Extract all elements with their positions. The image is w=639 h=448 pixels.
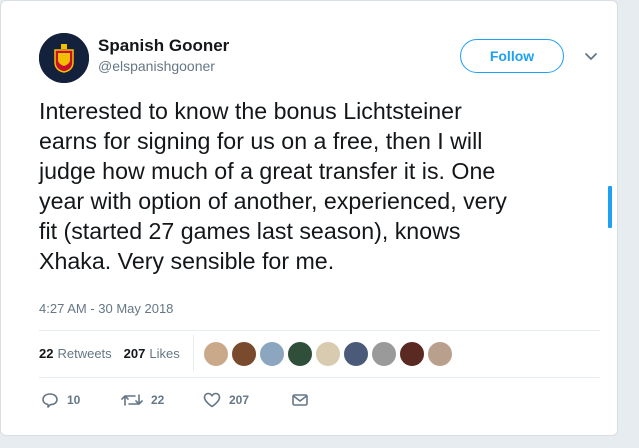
reply-icon: [42, 393, 58, 408]
tweet-text-line: Interested to know the bonus Lichtsteine…: [39, 98, 462, 124]
author-handle[interactable]: @elspanishgooner: [98, 58, 215, 74]
engagement-stats: 22 Retweets 207 Likes: [39, 346, 192, 361]
scrollbar-thumb[interactable]: [608, 186, 612, 228]
retweets-label: Retweets: [57, 346, 112, 361]
tweet-text-line: earns for signing for us on a free, then…: [39, 128, 483, 154]
tweet-text-line: fit (started 27 games last season), know…: [39, 218, 461, 244]
tweet-text-line: year with option of another, experienced…: [39, 188, 507, 214]
likes-count: 207: [123, 346, 146, 361]
liker-avatar[interactable]: [231, 341, 257, 367]
liker-avatar[interactable]: [315, 341, 341, 367]
retweets-stat[interactable]: 22 Retweets: [39, 346, 112, 361]
likes-stat[interactable]: 207 Likes: [124, 346, 180, 361]
liker-avatars: [203, 341, 455, 367]
like-count: 207: [229, 393, 250, 407]
avatar[interactable]: [39, 33, 89, 83]
retweets-count: 22: [39, 346, 54, 361]
tweet-text-line: judge how much of a great transfer it is…: [39, 158, 496, 184]
follow-button[interactable]: Follow: [460, 39, 564, 73]
tweet-timestamp[interactable]: 4:27 AM - 30 May 2018: [39, 301, 173, 316]
tweet-actions: 10 22 207: [41, 391, 317, 409]
retweet-icon: [121, 394, 143, 406]
heart-icon: [203, 392, 221, 408]
direct-message-button[interactable]: [291, 392, 317, 408]
retweet-count: 22: [151, 393, 165, 407]
envelope-icon: [292, 394, 308, 406]
retweet-button[interactable]: 22: [121, 391, 203, 409]
tweet-card: Spanish Gooner @elspanishgooner Follow I…: [0, 0, 618, 436]
liker-avatar[interactable]: [371, 341, 397, 367]
tweet-text: Interested to know the bonus Lichtsteine…: [39, 96, 609, 276]
author-name[interactable]: Spanish Gooner: [98, 36, 229, 56]
liker-avatar[interactable]: [287, 341, 313, 367]
chevron-down-icon[interactable]: [581, 46, 601, 66]
liker-avatar[interactable]: [343, 341, 369, 367]
reply-count: 10: [67, 393, 81, 407]
reply-button[interactable]: 10: [41, 391, 121, 409]
divider: [39, 330, 600, 331]
liker-avatar[interactable]: [259, 341, 285, 367]
tweet-text-line: Xhaka. Very sensible for me.: [39, 248, 335, 274]
likes-label: Likes: [149, 346, 180, 361]
like-button[interactable]: 207: [203, 391, 291, 409]
divider: [193, 335, 194, 371]
liker-avatar[interactable]: [203, 341, 229, 367]
liker-avatar[interactable]: [399, 341, 425, 367]
divider: [39, 377, 600, 378]
liker-avatar[interactable]: [427, 341, 453, 367]
